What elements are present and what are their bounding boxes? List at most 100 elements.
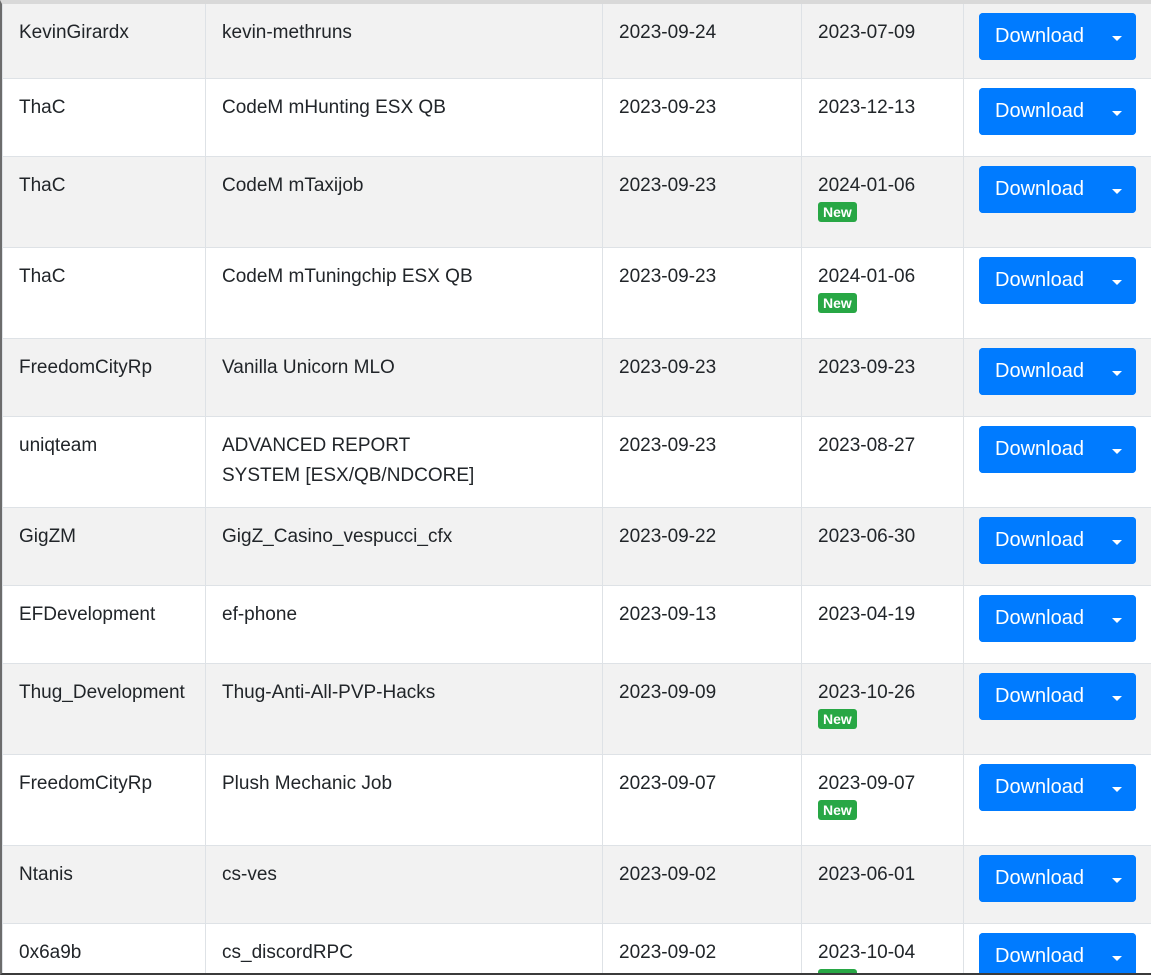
download-button[interactable]: Download (979, 673, 1102, 720)
download-button-group: Download (979, 673, 1136, 720)
download-button-group: Download (979, 348, 1136, 395)
table-row: ThaC CodeM mTuningchip ESX QB 2023-09-23 20… (2, 247, 1151, 339)
date-updated-cell: 2023-09-07 New (801, 754, 964, 846)
caret-down-icon (1112, 370, 1122, 376)
date-updated-cell: 2023-08-27 (801, 416, 964, 508)
author-name: ThaC (19, 97, 66, 118)
download-button[interactable]: Download (979, 348, 1102, 395)
date-updated-cell: 2023-12-13 (801, 78, 964, 157)
table-row: ThaC CodeM mTaxijob 2023-09-23 2024-01-06 Ne… (2, 156, 1151, 248)
resource-name: ADVANCED REPORT SYSTEM [ESX/QB/NDCORE] (222, 435, 475, 486)
download-options-toggle[interactable] (1102, 348, 1136, 395)
download-button-group: Download (979, 426, 1136, 473)
author-name: EFDevelopment (19, 604, 156, 625)
caret-down-icon (1112, 539, 1122, 545)
download-button-group: Download (979, 764, 1136, 811)
author-name: Thug_Development (19, 682, 185, 703)
date-added: 2023-09-23 (619, 97, 717, 118)
table-row: 0x6a9b cs_discordRPC 2023-09-02 2023-10-04 N… (2, 923, 1151, 973)
resource-name-cell: cs_discordRPC (205, 923, 603, 973)
download-options-toggle[interactable] (1102, 257, 1136, 304)
author-cell: EFDevelopment (2, 585, 206, 664)
download-button[interactable]: Download (979, 13, 1102, 60)
date-added: 2023-09-22 (619, 526, 717, 547)
action-cell: Download (963, 923, 1151, 973)
table-row: EFDevelopment ef-phone 2023-09-13 2023-04-1… (2, 585, 1151, 664)
date-updated: 2024-01-06 (818, 175, 916, 196)
author-name: 0x6a9b (19, 942, 82, 963)
resource-name: ef-phone (222, 604, 298, 625)
download-button[interactable]: Download (979, 764, 1102, 811)
resource-name-cell: cs-ves (205, 845, 603, 924)
date-added-cell: 2023-09-23 (602, 416, 802, 508)
resource-name-cell: ef-phone (205, 585, 603, 664)
action-cell: Download (963, 247, 1151, 339)
date-updated: 2023-12-13 (818, 97, 916, 118)
download-button-group: Download (979, 166, 1136, 213)
date-added-cell: 2023-09-22 (602, 507, 802, 586)
download-options-toggle[interactable] (1102, 166, 1136, 213)
download-button[interactable]: Download (979, 933, 1102, 973)
new-badge: New (818, 709, 857, 729)
resource-name: GigZ_Casino_vespucci_cfx (222, 526, 453, 547)
resource-name-cell: Plush Mechanic Job (205, 754, 603, 846)
download-button-group: Download (979, 855, 1136, 902)
download-button-group: Download (979, 257, 1136, 304)
resource-name: CodeM mHunting ESX QB (222, 97, 446, 118)
author-cell: FreedomCityRp (2, 754, 206, 846)
download-button-group: Download (979, 13, 1136, 60)
resource-name: kevin-methruns (222, 22, 352, 43)
date-added-cell: 2023-09-24 (602, 4, 802, 79)
table-row: KevinGirardx kevin-methruns 2023-09-24 2023… (2, 4, 1151, 79)
date-added: 2023-09-07 (619, 773, 717, 794)
date-added-cell: 2023-09-02 (602, 845, 802, 924)
date-updated: 2023-08-27 (818, 435, 916, 456)
download-options-toggle[interactable] (1102, 13, 1136, 60)
download-options-toggle[interactable] (1102, 517, 1136, 564)
date-updated-cell: 2023-07-09 (801, 4, 964, 79)
resource-name: Vanilla Unicorn MLO (222, 357, 395, 378)
download-button[interactable]: Download (979, 855, 1102, 902)
download-options-toggle[interactable] (1102, 595, 1136, 642)
author-cell: FreedomCityRp (2, 338, 206, 417)
author-cell: Ntanis (2, 845, 206, 924)
date-updated-cell: 2023-10-26 New (801, 663, 964, 755)
date-updated: 2023-07-09 (818, 22, 916, 43)
download-button-group: Download (979, 88, 1136, 135)
download-options-toggle[interactable] (1102, 855, 1136, 902)
date-added: 2023-09-23 (619, 175, 717, 196)
date-updated: 2023-04-19 (818, 604, 916, 625)
download-options-toggle[interactable] (1102, 88, 1136, 135)
author-cell: GigZM (2, 507, 206, 586)
caret-down-icon (1112, 877, 1122, 883)
action-cell: Download (963, 585, 1151, 664)
download-options-toggle[interactable] (1102, 933, 1136, 973)
date-updated-cell: 2023-10-04 New (801, 923, 964, 973)
download-options-toggle[interactable] (1102, 673, 1136, 720)
date-added: 2023-09-02 (619, 864, 717, 885)
download-button[interactable]: Download (979, 517, 1102, 564)
date-added: 2023-09-24 (619, 22, 717, 43)
date-updated-cell: 2024-01-06 New (801, 247, 964, 339)
action-cell: Download (963, 156, 1151, 248)
author-cell: ThaC (2, 78, 206, 157)
download-button-group: Download (979, 517, 1136, 564)
download-button[interactable]: Download (979, 88, 1102, 135)
download-button[interactable]: Download (979, 257, 1102, 304)
table-row: GigZM GigZ_Casino_vespucci_cfx 2023-09-22 2… (2, 507, 1151, 586)
new-badge: New (818, 969, 857, 973)
date-updated-cell: 2023-04-19 (801, 585, 964, 664)
download-button[interactable]: Download (979, 595, 1102, 642)
download-options-toggle[interactable] (1102, 764, 1136, 811)
date-updated: 2023-09-07 (818, 773, 916, 794)
resource-name-cell: CodeM mHunting ESX QB (205, 78, 603, 157)
download-button[interactable]: Download (979, 426, 1102, 473)
resource-name: cs_discordRPC (222, 942, 353, 963)
action-cell: Download (963, 845, 1151, 924)
date-updated: 2023-10-26 (818, 682, 916, 703)
date-updated: 2024-01-06 (818, 266, 916, 287)
download-options-toggle[interactable] (1102, 426, 1136, 473)
download-button[interactable]: Download (979, 166, 1102, 213)
date-added-cell: 2023-09-23 (602, 247, 802, 339)
date-added: 2023-09-23 (619, 266, 717, 287)
